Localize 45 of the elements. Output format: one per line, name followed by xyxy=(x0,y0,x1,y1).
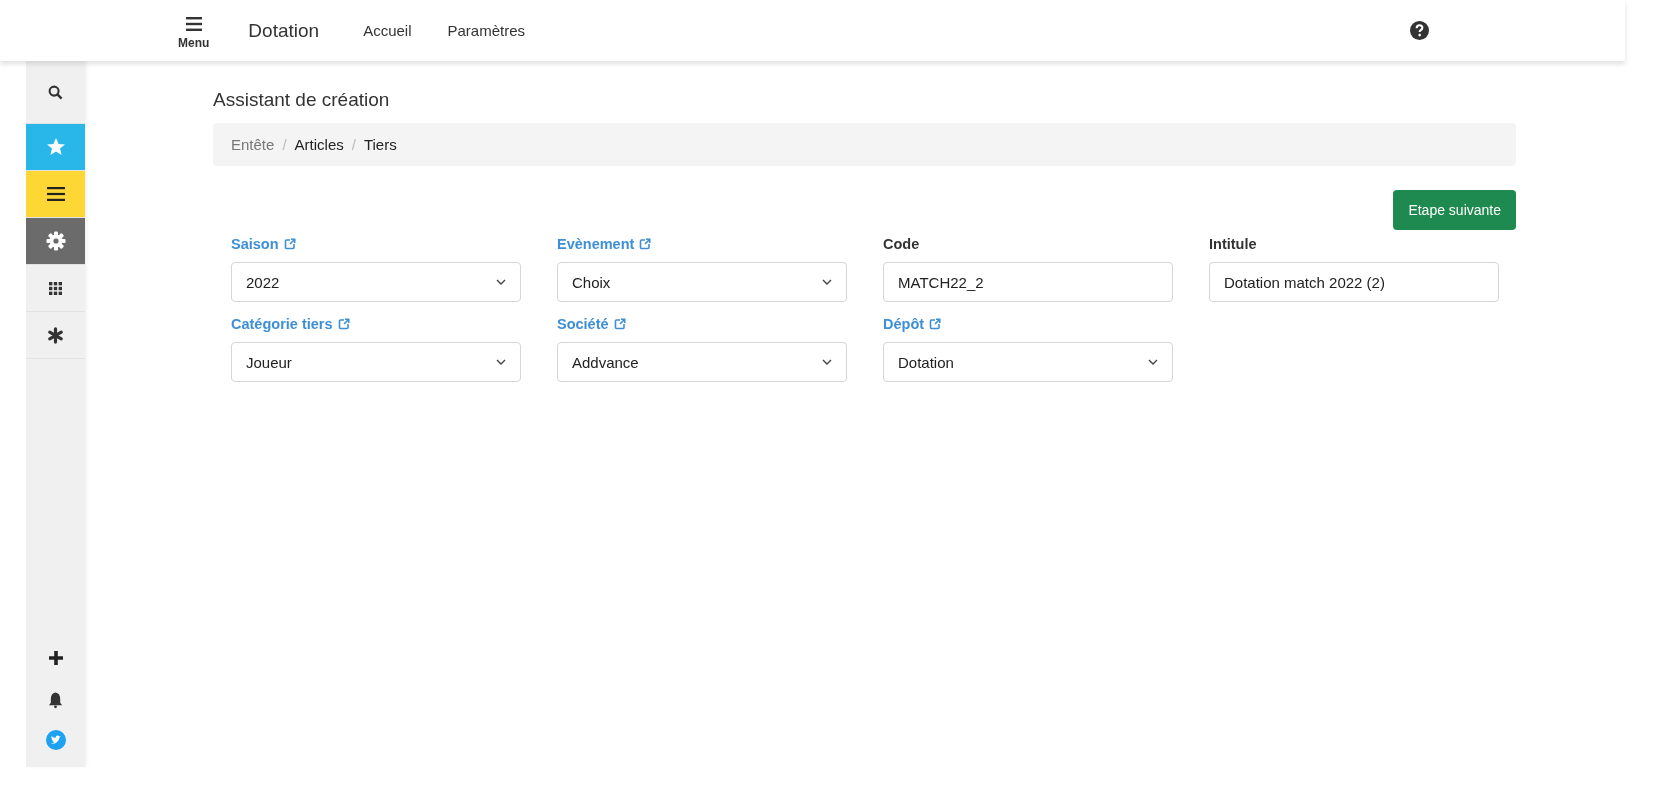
sidebar-item[interactable] xyxy=(26,265,85,312)
text-input[interactable]: Dotation match 2022 (2) xyxy=(1209,262,1499,302)
breadcrumb-separator: / xyxy=(282,136,287,153)
field-label: Intitule xyxy=(1209,236,1257,252)
page-title: Assistant de création xyxy=(213,89,391,111)
nav-link[interactable]: Paramètres xyxy=(447,22,525,39)
star-icon xyxy=(45,137,66,157)
breadcrumb-separator: / xyxy=(351,136,356,153)
next-step-button[interactable]: Etape suivante xyxy=(1393,190,1516,230)
external-link-icon xyxy=(337,318,350,330)
select-field[interactable]: Joueur xyxy=(231,342,521,382)
menu-label: Menu xyxy=(178,36,210,50)
menu-icon xyxy=(185,17,202,31)
plus-icon[interactable] xyxy=(47,650,64,666)
select-field[interactable]: Addvance xyxy=(557,342,847,382)
text-input[interactable]: MATCH22_2 xyxy=(883,262,1173,302)
sidebar-item[interactable] xyxy=(26,312,85,359)
caret-icon xyxy=(496,359,506,365)
nav-link[interactable]: Accueil xyxy=(363,22,412,39)
external-link-icon xyxy=(613,318,626,330)
sidebar-item[interactable] xyxy=(26,218,85,265)
bird-icon[interactable] xyxy=(45,730,66,750)
settings-icon xyxy=(45,231,66,251)
caret-icon xyxy=(496,279,506,285)
breadcrumb-item[interactable]: Articles xyxy=(294,136,344,153)
external-link-icon xyxy=(929,318,942,330)
external-link-icon xyxy=(283,238,296,250)
select-field[interactable]: Dotation xyxy=(883,342,1173,382)
breadcrumb-item[interactable]: Tiers xyxy=(363,136,397,153)
menu-button[interactable]: Menu xyxy=(178,17,210,50)
select-field[interactable]: 2022 xyxy=(231,262,521,302)
grid-icon xyxy=(49,281,62,295)
bell-icon[interactable] xyxy=(48,691,63,709)
help-icon[interactable] xyxy=(1410,21,1429,40)
caret-icon xyxy=(822,359,832,365)
sidebar-item[interactable] xyxy=(26,171,85,218)
caret-icon xyxy=(822,279,832,285)
external-link-icon xyxy=(639,238,652,250)
list-icon xyxy=(46,187,65,201)
caret-icon xyxy=(1148,359,1158,365)
select-field[interactable]: Choix xyxy=(557,262,847,302)
app-title: Dotation xyxy=(248,19,320,42)
asterisk-icon xyxy=(47,326,64,344)
search-icon xyxy=(48,84,63,100)
field-label: Code xyxy=(883,236,920,252)
